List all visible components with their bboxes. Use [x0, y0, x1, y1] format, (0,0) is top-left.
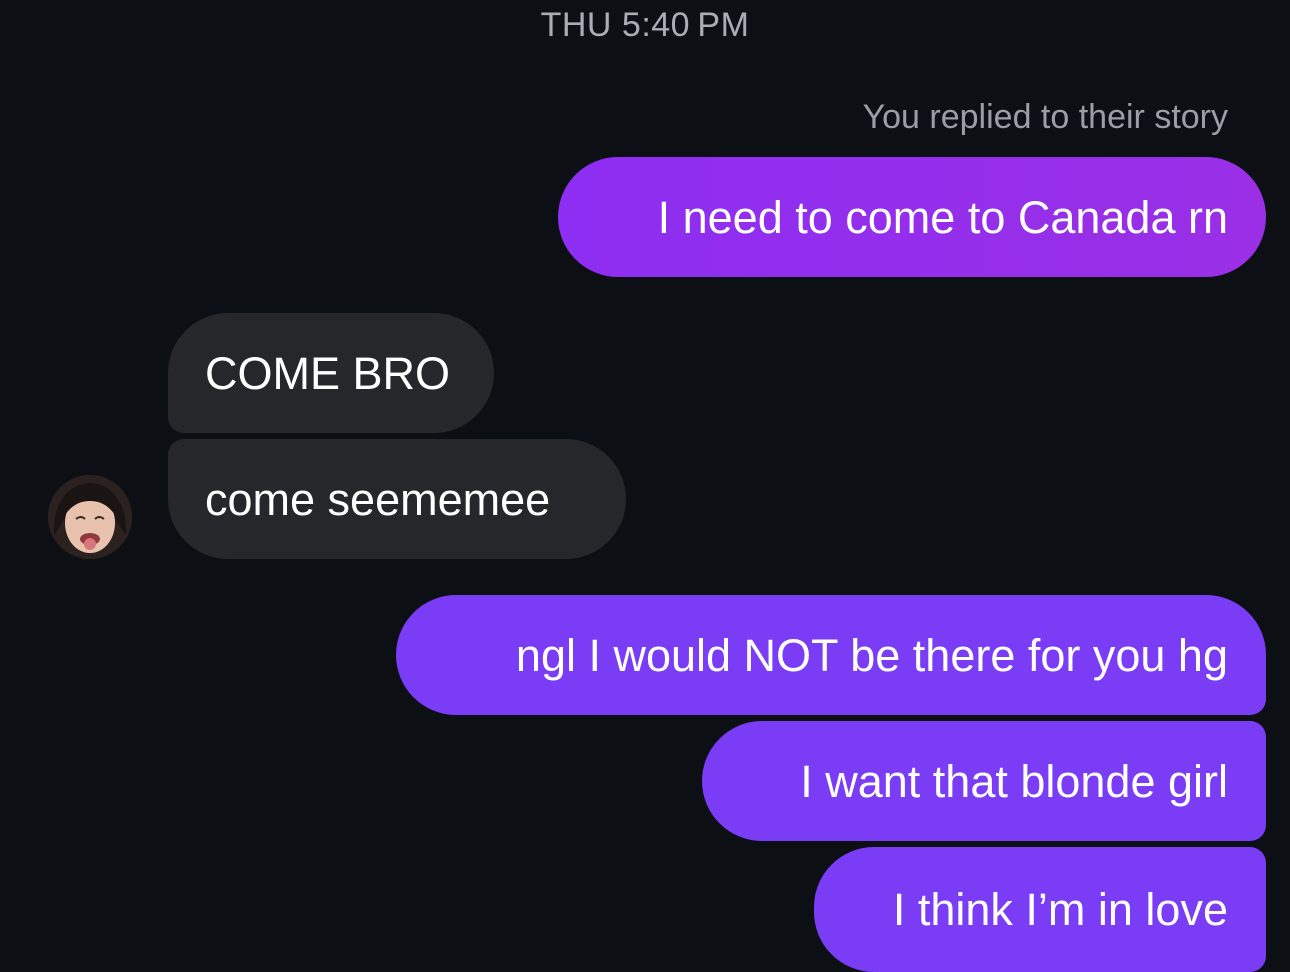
message-text: COME BRO	[205, 347, 451, 399]
sent-message-bubble[interactable]: ngl I would NOT be there for you hg	[396, 595, 1266, 715]
story-reply-note: You replied to their story	[862, 98, 1228, 136]
message-text: I think I’m in love	[892, 884, 1228, 935]
sent-message-bubble[interactable]: I think I’m in love	[814, 847, 1266, 972]
received-message-bubble[interactable]: COME BRO	[168, 313, 494, 433]
sent-message-bubble[interactable]: I need to come to Canada rn	[558, 157, 1266, 277]
message-text: I want that blonde girl	[800, 755, 1228, 807]
received-message-bubble[interactable]: come seememee	[168, 439, 626, 559]
sent-message-bubble[interactable]: I want that blonde girl	[702, 721, 1266, 841]
message-text: ngl I would NOT be there for you hg	[515, 629, 1228, 681]
contact-avatar[interactable]	[48, 475, 132, 559]
message-text: I need to come to Canada rn	[657, 191, 1228, 243]
conversation-timestamp: THU 5:40 PM	[540, 6, 750, 44]
profile-photo-icon	[48, 475, 132, 559]
message-text: come seememee	[205, 473, 551, 525]
